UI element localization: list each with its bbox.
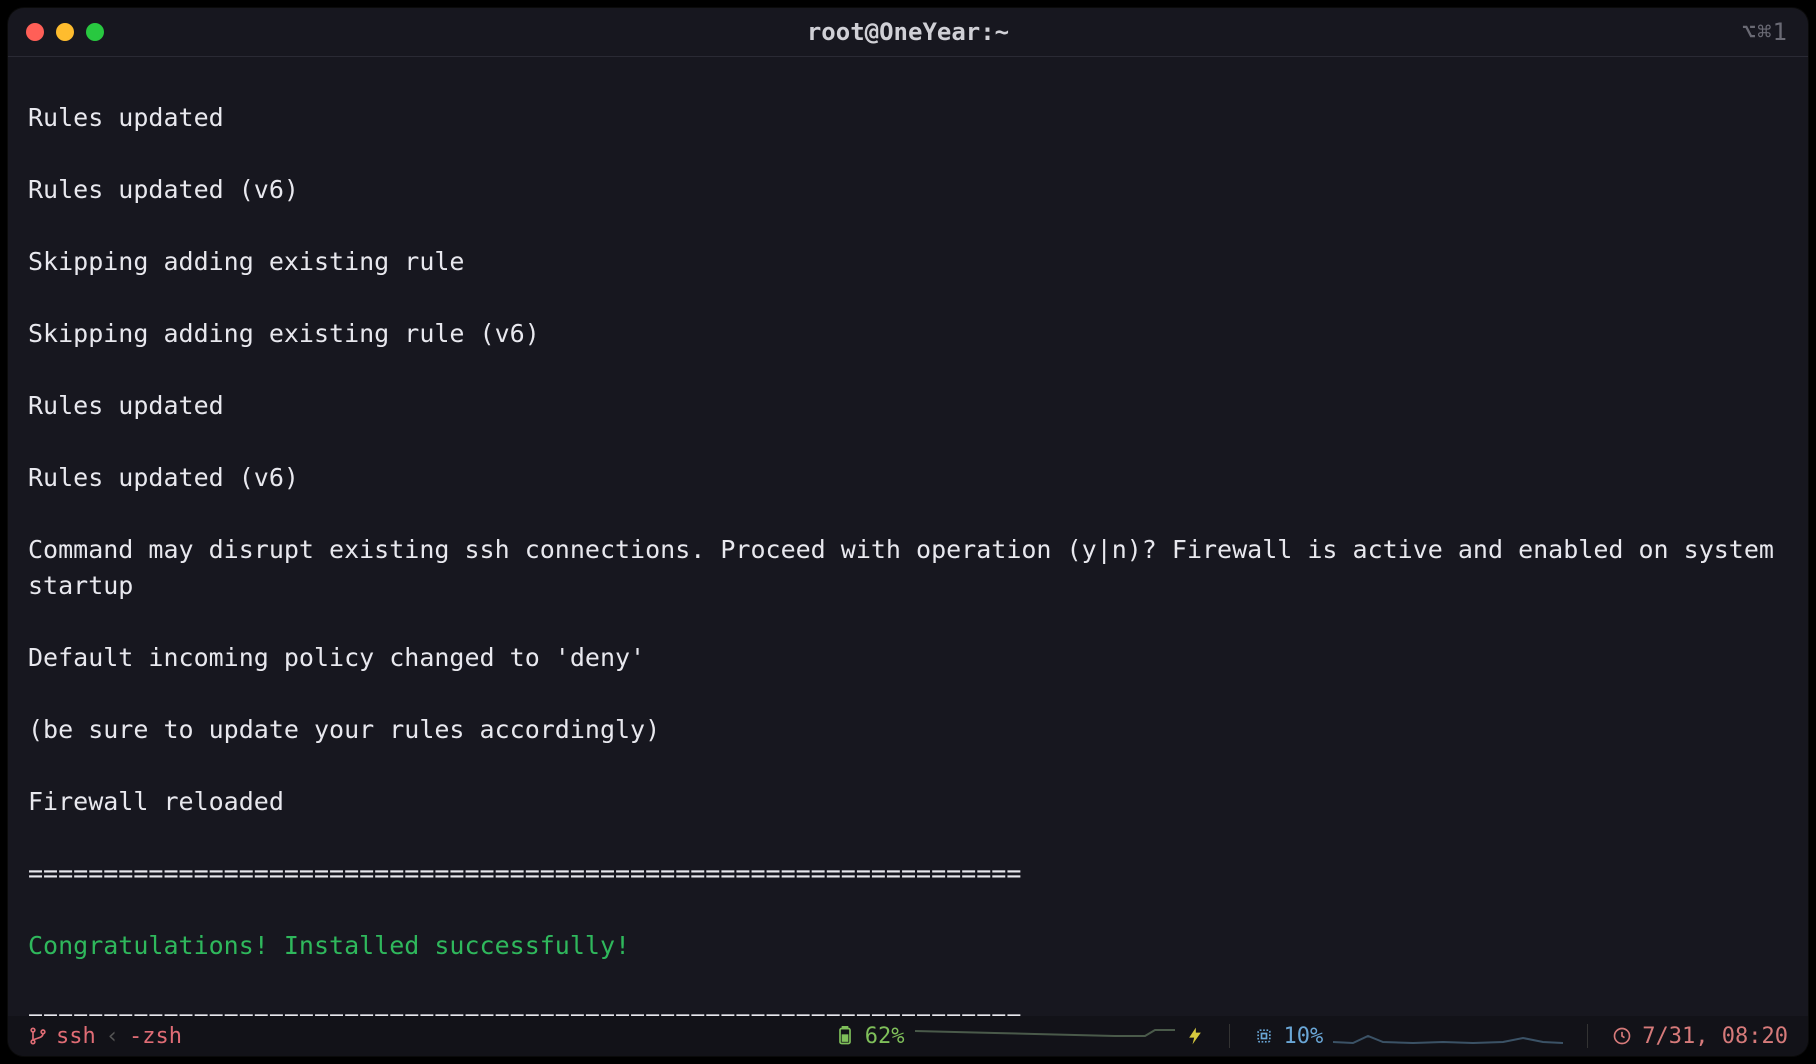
success-message: Congratulations! Installed successfully! [28, 928, 1788, 964]
divider-line: ========================================… [28, 856, 1788, 892]
window-title: root@OneYear:~ [8, 18, 1808, 46]
output-line: Default incoming policy changed to 'deny… [28, 640, 1788, 676]
charging-icon [1185, 1026, 1205, 1046]
status-divider [1229, 1024, 1230, 1048]
status-battery: 62% [835, 1024, 1205, 1049]
titlebar: root@OneYear:~ ⌥⌘1 [8, 8, 1808, 57]
status-divider [1587, 1024, 1588, 1048]
statusbar: ssh ‹ -zsh 62% 10% [8, 1016, 1808, 1056]
output-line: Rules updated (v6) [28, 172, 1788, 208]
output-line: Skipping adding existing rule (v6) [28, 316, 1788, 352]
output-line: Rules updated [28, 388, 1788, 424]
output-line: Rules updated [28, 100, 1788, 136]
cpu-percent: 10% [1284, 1024, 1324, 1049]
datetime-text: 7/31, 08:20 [1642, 1024, 1788, 1049]
output-line: Command may disrupt existing ssh connect… [28, 532, 1788, 604]
terminal-window: root@OneYear:~ ⌥⌘1 Rules updated Rules u… [8, 8, 1808, 1056]
output-line: Skipping adding existing rule [28, 244, 1788, 280]
status-session: ssh ‹ -zsh [28, 1024, 182, 1049]
output-line: Rules updated (v6) [28, 460, 1788, 496]
status-session-name: ssh [56, 1024, 96, 1049]
status-datetime: 7/31, 08:20 [1612, 1024, 1788, 1049]
window-shortcut-hint: ⌥⌘1 [1742, 18, 1788, 46]
output-line: Firewall reloaded [28, 784, 1788, 820]
cpu-sparkline [1333, 1026, 1563, 1046]
status-shell: -zsh [129, 1024, 182, 1049]
git-branch-icon [28, 1026, 48, 1046]
battery-icon [835, 1026, 855, 1046]
cpu-icon [1254, 1026, 1274, 1046]
status-separator: ‹ [106, 1024, 119, 1049]
clock-icon [1612, 1026, 1632, 1046]
battery-percent: 62% [865, 1024, 905, 1049]
terminal-output[interactable]: Rules updated Rules updated (v6) Skippin… [28, 64, 1788, 1016]
status-cpu: 10% [1254, 1024, 1564, 1049]
output-line: (be sure to update your rules accordingl… [28, 712, 1788, 748]
battery-sparkline [915, 1026, 1175, 1046]
